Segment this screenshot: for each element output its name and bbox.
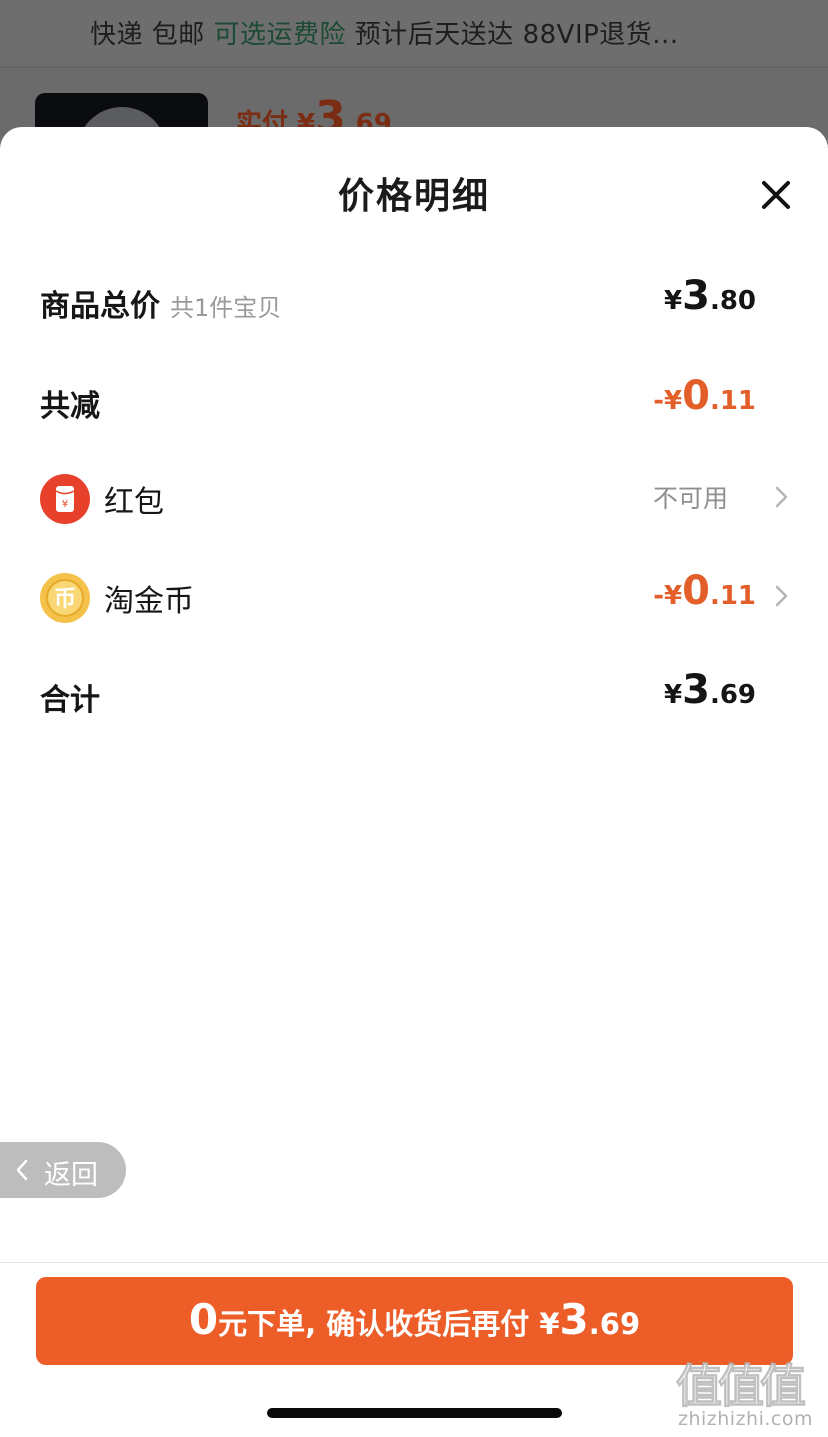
red-packet-label: 红包	[104, 485, 164, 520]
chevron-right-icon	[772, 483, 790, 511]
watermark: 值值值 zhizhizhi.com	[676, 1350, 824, 1436]
subtotal-row: 商品总价 共1件宝贝 ¥3.80	[0, 273, 828, 333]
coins-amount: -¥0.11	[653, 568, 756, 614]
home-indicator	[267, 1408, 562, 1418]
close-icon[interactable]	[756, 175, 796, 215]
sheet-title: 价格明细	[337, 176, 490, 217]
shipping-insurance-link: 可选运费险	[213, 20, 347, 50]
subtotal-amount: ¥3.80	[664, 273, 756, 319]
coins-row[interactable]: 币 淘金币 -¥0.11	[0, 568, 828, 628]
divider	[0, 66, 828, 68]
back-button[interactable]: 返回	[0, 1142, 126, 1198]
discount-row: 共减 -¥0.11	[0, 373, 828, 433]
price-detail-sheet: 价格明细 商品总价共1件宝贝 ¥3.80 共减 -¥0.11 ¥ 红包 不可用	[0, 127, 828, 1437]
red-packet-icon: ¥	[40, 474, 90, 524]
total-label: 合计	[40, 683, 100, 718]
svg-text:¥: ¥	[62, 499, 68, 510]
back-label: 返回	[44, 1160, 98, 1191]
gold-coin-icon: 币	[40, 573, 90, 623]
svg-text:币: 币	[54, 587, 76, 612]
watermark-logo: 值值值	[676, 1359, 807, 1414]
watermark-url: zhizhizhi.com	[678, 1408, 814, 1430]
red-packet-row[interactable]: ¥ 红包 不可用	[0, 469, 828, 529]
discount-amount: -¥0.11	[653, 373, 756, 419]
coins-label: 淘金币	[104, 584, 194, 619]
chevron-right-icon	[772, 582, 790, 610]
subtotal-label: 商品总价 共1件宝贝	[40, 289, 282, 324]
discount-label: 共减	[40, 389, 100, 424]
shipping-info: 快递 包邮 可选运费险 预计后天送达 88VIP退货...	[90, 20, 679, 50]
item-count: 共1件宝贝	[170, 294, 282, 322]
chevron-left-icon	[16, 1159, 28, 1181]
total-amount: ¥3.69	[664, 667, 756, 713]
red-packet-status: 不可用	[652, 484, 728, 513]
total-row: 合计 ¥3.69	[0, 667, 828, 727]
